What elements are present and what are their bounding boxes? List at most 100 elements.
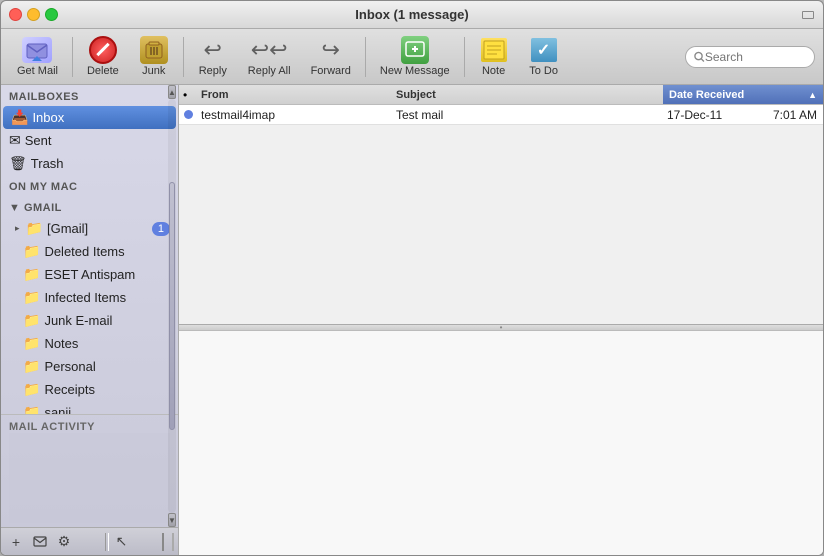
unread-indicator (184, 110, 193, 119)
titlebar: Inbox (1 message) (1, 1, 823, 29)
toolbar-separator-4 (464, 37, 465, 77)
todo-icon (529, 37, 559, 63)
preview-pane (179, 331, 823, 555)
search-icon (694, 51, 705, 63)
new-message-icon (400, 37, 430, 63)
search-box[interactable] (685, 46, 815, 68)
message-list[interactable]: testmail4imap Test mail 17-Dec-11 7:01 A… (179, 105, 823, 325)
sidebar-item-notes[interactable]: 📁 Notes (1, 332, 178, 355)
reply-button[interactable]: ↩ Reply (190, 33, 236, 81)
reply-all-label: Reply All (248, 65, 291, 77)
window-title: Inbox (1 message) (355, 7, 468, 22)
delete-label: Delete (87, 65, 119, 77)
sent-label: Sent (25, 133, 52, 148)
scrollbar-thumb[interactable] (169, 182, 175, 430)
sidebar-item-receipts[interactable]: 📁 Receipts (1, 378, 178, 401)
resize-grip[interactable] (162, 533, 174, 551)
reply-all-button[interactable]: ↩↩ Reply All (240, 33, 299, 81)
col-header-from[interactable]: From (197, 89, 392, 101)
maximize-button[interactable] (45, 8, 58, 21)
sidebar-item-infected[interactable]: 📁 Infected Items (1, 286, 178, 309)
scrollbar-track[interactable] (168, 99, 176, 513)
message-time: 7:01 AM (763, 108, 823, 122)
message-from: testmail4imap (197, 108, 392, 122)
junk-icon (139, 37, 169, 63)
mail-activity-label: MAIL ACTIVITY (9, 421, 170, 433)
toolbar-separator-3 (365, 37, 366, 77)
resize-button[interactable] (801, 8, 815, 22)
on-my-mac-header: ON MY MAC (1, 175, 178, 196)
main-window: Inbox (1 message) Get Mail (0, 0, 824, 556)
todo-label: To Do (529, 65, 558, 77)
junk-button[interactable]: Junk (131, 33, 177, 81)
note-label: Note (482, 65, 505, 77)
col-header-date[interactable]: Date Received ▲ (663, 85, 823, 104)
forward-label: Forward (311, 65, 351, 77)
sidebar-item-inbox[interactable]: 📥 Inbox (3, 106, 176, 129)
add-mailbox-button[interactable]: + (5, 532, 27, 552)
sanji-icon: 📁 (23, 404, 40, 414)
receipts-label: Receipts (44, 382, 95, 397)
cursor-button[interactable]: ↖ (111, 532, 133, 552)
sidebar-scroll[interactable]: MAILBOXES 📥 Inbox ✉ Sent 🗑 Trash ON MY M… (1, 85, 178, 414)
todo-button[interactable]: To Do (521, 33, 567, 81)
message-dot (179, 110, 197, 119)
sidebar-scrollbar[interactable]: ▲ ▼ (168, 85, 176, 527)
gmail-main-label: [Gmail] (47, 221, 88, 236)
delete-icon (88, 37, 118, 63)
junk-label: Junk (142, 65, 165, 77)
get-mail-button[interactable]: Get Mail (9, 33, 66, 81)
new-message-label: New Message (380, 65, 450, 77)
new-message-button[interactable]: New Message (372, 33, 458, 81)
delete-button[interactable]: Delete (79, 33, 127, 81)
sidebar-item-deleted-items[interactable]: 📁 Deleted Items (1, 240, 178, 263)
sidebar-item-personal[interactable]: 📁 Personal (1, 355, 178, 378)
traffic-lights (9, 8, 58, 21)
date-sort-arrow: ▲ (808, 90, 817, 100)
inbox-icon: 📥 (11, 109, 28, 126)
col-header-subject[interactable]: Subject (392, 89, 663, 101)
settings-button[interactable]: ⚙ (53, 532, 75, 552)
trash-label: Trash (31, 156, 64, 171)
personal-icon: 📁 (23, 358, 40, 375)
gmail-expand-arrow: ▸ (15, 223, 20, 234)
content-area: • From Subject Date Received ▲ testmail4… (179, 85, 823, 555)
search-input[interactable] (705, 50, 806, 64)
forward-button[interactable]: ↪ Forward (303, 33, 359, 81)
sidebar-bottom-toolbar: + ⚙ ↖ (1, 527, 178, 555)
get-mail-small-icon (33, 535, 47, 549)
col-header-dot: • (179, 88, 197, 102)
scrollbar-down-arrow[interactable]: ▼ (168, 513, 176, 527)
receipts-icon: 📁 (23, 381, 40, 398)
sanji-label: sanji (44, 405, 71, 414)
get-mail-label: Get Mail (17, 65, 58, 77)
resize-icon (802, 11, 814, 19)
note-button[interactable]: Note (471, 33, 517, 81)
junk-email-label: Junk E-mail (44, 313, 112, 328)
deleted-items-label: Deleted Items (44, 244, 124, 259)
deleted-items-icon: 📁 (23, 243, 40, 260)
sidebar-item-junk-email[interactable]: 📁 Junk E-mail (1, 309, 178, 332)
eset-label: ESET Antispam (44, 267, 135, 282)
note-icon (479, 37, 509, 63)
scrollbar-up-arrow[interactable]: ▲ (168, 85, 176, 99)
toolbar-separator-1 (72, 37, 73, 77)
notes-icon: 📁 (23, 335, 40, 352)
infected-label: Infected Items (44, 290, 126, 305)
sidebar-item-trash[interactable]: 🗑 Trash (1, 152, 178, 175)
sidebar-item-sent[interactable]: ✉ Sent (1, 129, 178, 152)
sidebar: MAILBOXES 📥 Inbox ✉ Sent 🗑 Trash ON MY M… (1, 85, 179, 555)
table-row[interactable]: testmail4imap Test mail 17-Dec-11 7:01 A… (179, 105, 823, 125)
sidebar-item-sanji[interactable]: 📁 sanji (1, 401, 178, 414)
message-subject: Test mail (392, 108, 663, 122)
minimize-button[interactable] (27, 8, 40, 21)
sidebar-item-eset[interactable]: 📁 ESET Antispam (1, 263, 178, 286)
column-headers: • From Subject Date Received ▲ (179, 85, 823, 105)
infected-icon: 📁 (23, 289, 40, 306)
sidebar-item-gmail-main[interactable]: ▸ 📁 [Gmail] 1 (1, 217, 178, 240)
gmail-collapse-icon: ▼ (9, 202, 24, 214)
close-button[interactable] (9, 8, 22, 21)
main-content: MAILBOXES 📥 Inbox ✉ Sent 🗑 Trash ON MY M… (1, 85, 823, 555)
bottom-separator (105, 533, 109, 551)
get-mail-small-button[interactable] (29, 532, 51, 552)
